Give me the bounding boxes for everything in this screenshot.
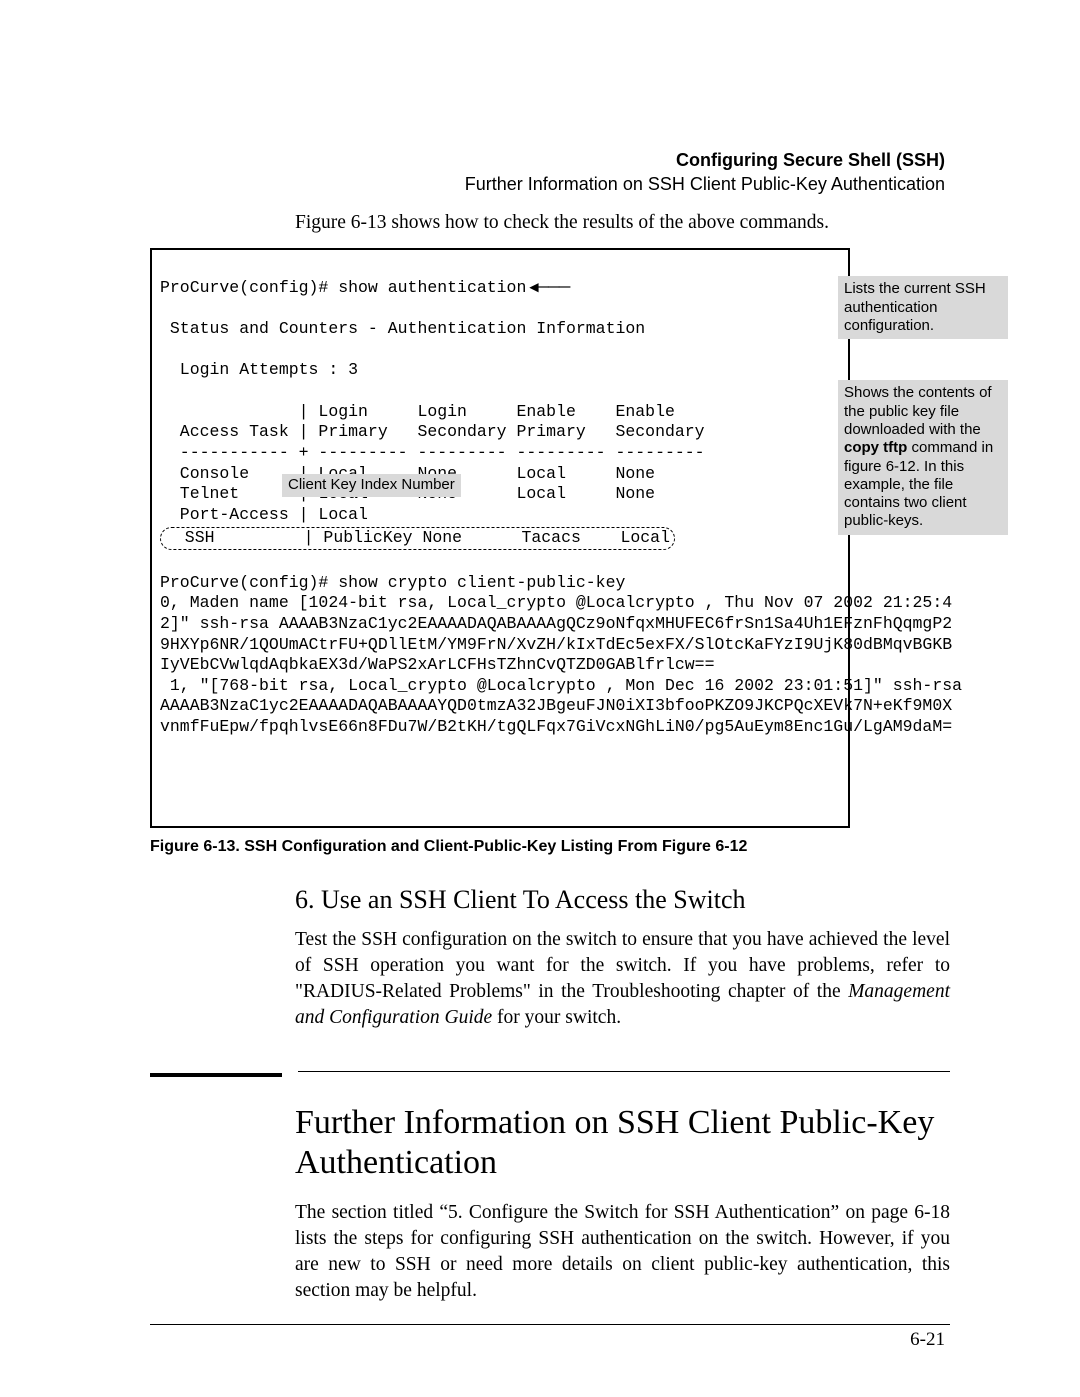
callout-public-key-file: Shows the contents of the public key fil… [838,380,1008,534]
table-row-port-access: Port-Access | Local [160,505,368,524]
figure-6-13-box: ProCurve(config)# show authentication St… [150,248,850,828]
login-attempts-line: Login Attempts : 3 [160,360,358,379]
status-line: Status and Counters - Authentication Inf… [160,319,645,338]
header-title: Configuring Secure Shell (SSH) [465,148,945,172]
spacer [160,552,170,571]
callout-text: Shows the contents of the public key fil… [844,384,992,438]
divider-thick [150,1073,282,1077]
callout-ssh-config: Lists the current SSH authentication con… [838,276,1008,339]
section-divider [150,1071,950,1077]
key-output-line: vnmfFuEpw/fpqhlvsE66n8FDu7W/B2tKH/tgQLFq… [160,717,952,736]
client-key-index-label: Client Key Index Number [282,474,461,497]
section-6-heading: 6. Use an SSH Client To Access the Switc… [295,882,950,917]
body-column: Further Information on SSH Client Public… [295,1103,950,1304]
page: Configuring Secure Shell (SSH) Further I… [0,0,1080,1397]
body-column: 6. Use an SSH Client To Access the Switc… [295,882,950,1031]
cmd-show-authentication: ProCurve(config)# show authentication [160,278,569,297]
table-header-2: Access Task | Primary Secondary Primary … [160,422,705,441]
table-row-ssh: SSH | PublicKey None Tacacs Local [165,528,670,547]
figure-intro-text: Figure 6-13 shows how to check the resul… [295,210,950,236]
callout-bold: copy tftp [844,439,907,456]
key-output-line: 0, Maden name [1024-bit rsa, Local_crypt… [160,593,952,612]
page-number: 6-21 [910,1327,945,1353]
running-header: Configuring Secure Shell (SSH) Further I… [465,148,945,197]
key-output-line: 9HXYp6NR/1QOUmACtrFU+QDllEtM/YM9FrN/XvZH… [160,635,952,654]
header-subtitle: Further Information on SSH Client Public… [465,172,945,196]
main-section-heading: Further Information on SSH Client Public… [295,1103,950,1185]
para-text: for your switch. [492,1007,621,1028]
figure-6-13-caption: Figure 6-13. SSH Configuration and Clien… [150,836,950,858]
key-output-line: IyVEbCVwlqdAqbkaEX3d/WaPS2xArLCFHsTZhnCv… [160,655,715,674]
cmd-show-crypto: ProCurve(config)# show crypto client-pub… [160,573,625,592]
table-divider: ----------- + --------- --------- ------… [160,443,705,462]
key-output-line: AAAAB3NzaC1yc2EAAAADAQABAAAAYQD0tmzA32JB… [160,696,952,715]
key-output-line: 1, "[768-bit rsa, Local_crypto @Localcry… [160,676,962,695]
table-header-1: | Login Login Enable Enable [160,402,675,421]
footer-rule [150,1324,950,1325]
section-6-paragraph: Test the SSH configuration on the switch… [295,927,950,1031]
key-output-line: 2]" ssh-rsa AAAAB3NzaC1yc2EAAAADAQABAAAA… [160,614,952,633]
table-row-ssh-highlight: SSH | PublicKey None Tacacs Local [160,527,675,550]
divider-thin [298,1071,950,1072]
main-section-paragraph: The section titled “5. Configure the Swi… [295,1200,950,1304]
